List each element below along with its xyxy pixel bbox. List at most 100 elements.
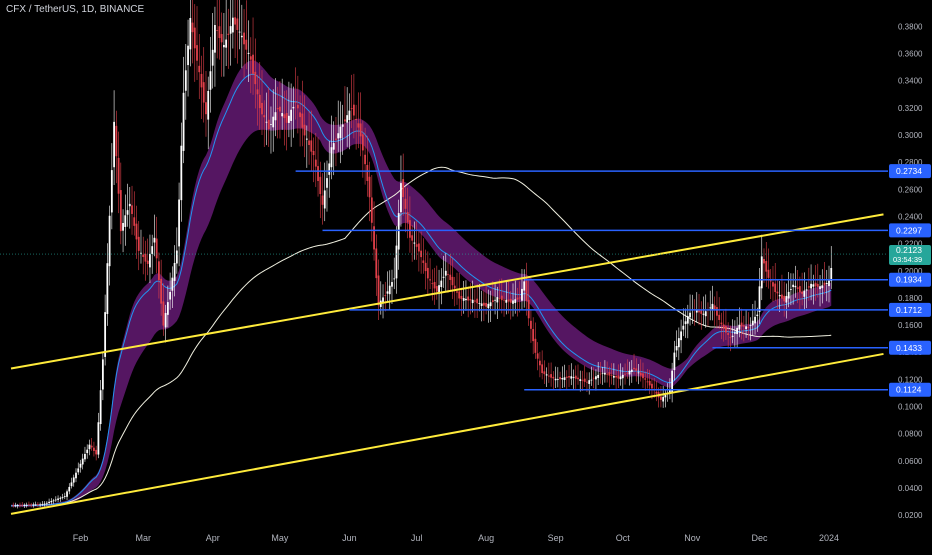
candle-body (243, 32, 245, 45)
candle-body (128, 203, 131, 207)
candle-body (586, 381, 588, 383)
candle-body (133, 217, 136, 226)
candle-body (164, 313, 167, 328)
candle-body (514, 299, 517, 304)
candle-body (467, 296, 470, 301)
candle-body (588, 380, 591, 384)
candle-body (310, 140, 313, 152)
chart-container[interactable]: 0.3800 0.3600 0.3400 0.3200 0.3000 0.2800 0.26… (0, 0, 932, 550)
candle-body (149, 253, 151, 268)
candle-body (767, 269, 770, 278)
candle-body (738, 324, 741, 330)
candle-body (603, 372, 606, 375)
candle-body (254, 71, 257, 85)
candle-body (355, 118, 358, 121)
candle-body (426, 267, 429, 279)
candle-body (704, 311, 707, 317)
candle-body (350, 108, 353, 109)
candle-body (140, 252, 142, 254)
symbol-title: CFX / TetherUS, 1D, BINANCE (6, 4, 145, 15)
candle-body (106, 263, 109, 314)
y-tick-label: 0.0400 (898, 484, 923, 493)
candle-body (664, 395, 667, 398)
candle-body (93, 447, 95, 451)
candle-body (402, 179, 405, 198)
x-tick-label: Jul (411, 533, 423, 543)
candle-body (252, 54, 254, 74)
candle-body (202, 82, 205, 103)
candle-body (523, 281, 526, 291)
candle-body (543, 371, 546, 375)
candle-body (30, 504, 33, 506)
candle-body (267, 119, 270, 130)
candle-body (337, 133, 340, 139)
candle-body (406, 212, 409, 223)
y-tick-label: 0.3800 (898, 22, 923, 31)
candle-body (776, 291, 779, 294)
x-tick-label: Aug (478, 533, 494, 543)
x-tick-label: Mar (135, 533, 151, 543)
candle-body (32, 504, 35, 506)
candle-body (404, 198, 407, 209)
candle-body (505, 299, 508, 303)
candle-body (52, 500, 55, 502)
candle-body (518, 297, 521, 299)
candle-body (702, 313, 705, 315)
candle-body (344, 119, 346, 122)
candle-body (489, 302, 492, 307)
candle-body (749, 325, 752, 326)
candle-body (756, 314, 759, 317)
candle-body (276, 107, 279, 110)
candle-body (191, 22, 194, 33)
candle-body (193, 27, 196, 49)
candle-body (655, 391, 658, 394)
candle-body (375, 248, 378, 279)
candle-body (97, 422, 100, 455)
price-chart[interactable]: 0.38000.36000.34000.32000.30000.28000.26… (0, 0, 932, 550)
y-tick-label: 0.3600 (898, 49, 923, 58)
candle-body (581, 379, 584, 381)
candle-body (740, 322, 743, 327)
candle-body (196, 45, 198, 61)
candle-body (110, 170, 113, 213)
candle-body (503, 299, 505, 301)
candle-body (565, 376, 568, 378)
candle-body (14, 505, 17, 507)
candle-body (155, 238, 158, 259)
candle-body (424, 262, 427, 272)
candle-body (563, 377, 566, 380)
candle-body (731, 335, 734, 337)
candle-body (95, 449, 98, 455)
candle-body (821, 285, 824, 289)
candle-body (377, 275, 380, 306)
candle-body (601, 372, 604, 374)
y-tick-label: 0.3200 (898, 104, 923, 113)
candle-body (550, 374, 553, 378)
candle-body (175, 250, 178, 264)
candle-body (474, 300, 476, 302)
candle-body (431, 283, 434, 285)
candle-body (146, 260, 149, 264)
candle-body (460, 295, 463, 299)
candle-body (256, 89, 259, 95)
candle-body (595, 376, 597, 380)
candle-body (541, 364, 544, 374)
candle-body (211, 49, 214, 66)
candle-body (308, 140, 310, 145)
candle-body (716, 307, 718, 316)
candle-body (751, 320, 754, 326)
candle-body (554, 378, 557, 381)
candle-body (729, 337, 732, 339)
candle-body (281, 113, 284, 117)
candle-body (626, 372, 629, 374)
x-tick-label: May (271, 533, 289, 543)
candle-body (671, 370, 674, 393)
candle-body (417, 243, 420, 252)
candle-body (547, 375, 550, 377)
candle-body (216, 30, 219, 31)
candle-body (545, 374, 548, 376)
candle-body (469, 299, 472, 301)
candle-body (525, 278, 528, 301)
candle-body (370, 197, 373, 223)
candle-body (790, 289, 792, 290)
